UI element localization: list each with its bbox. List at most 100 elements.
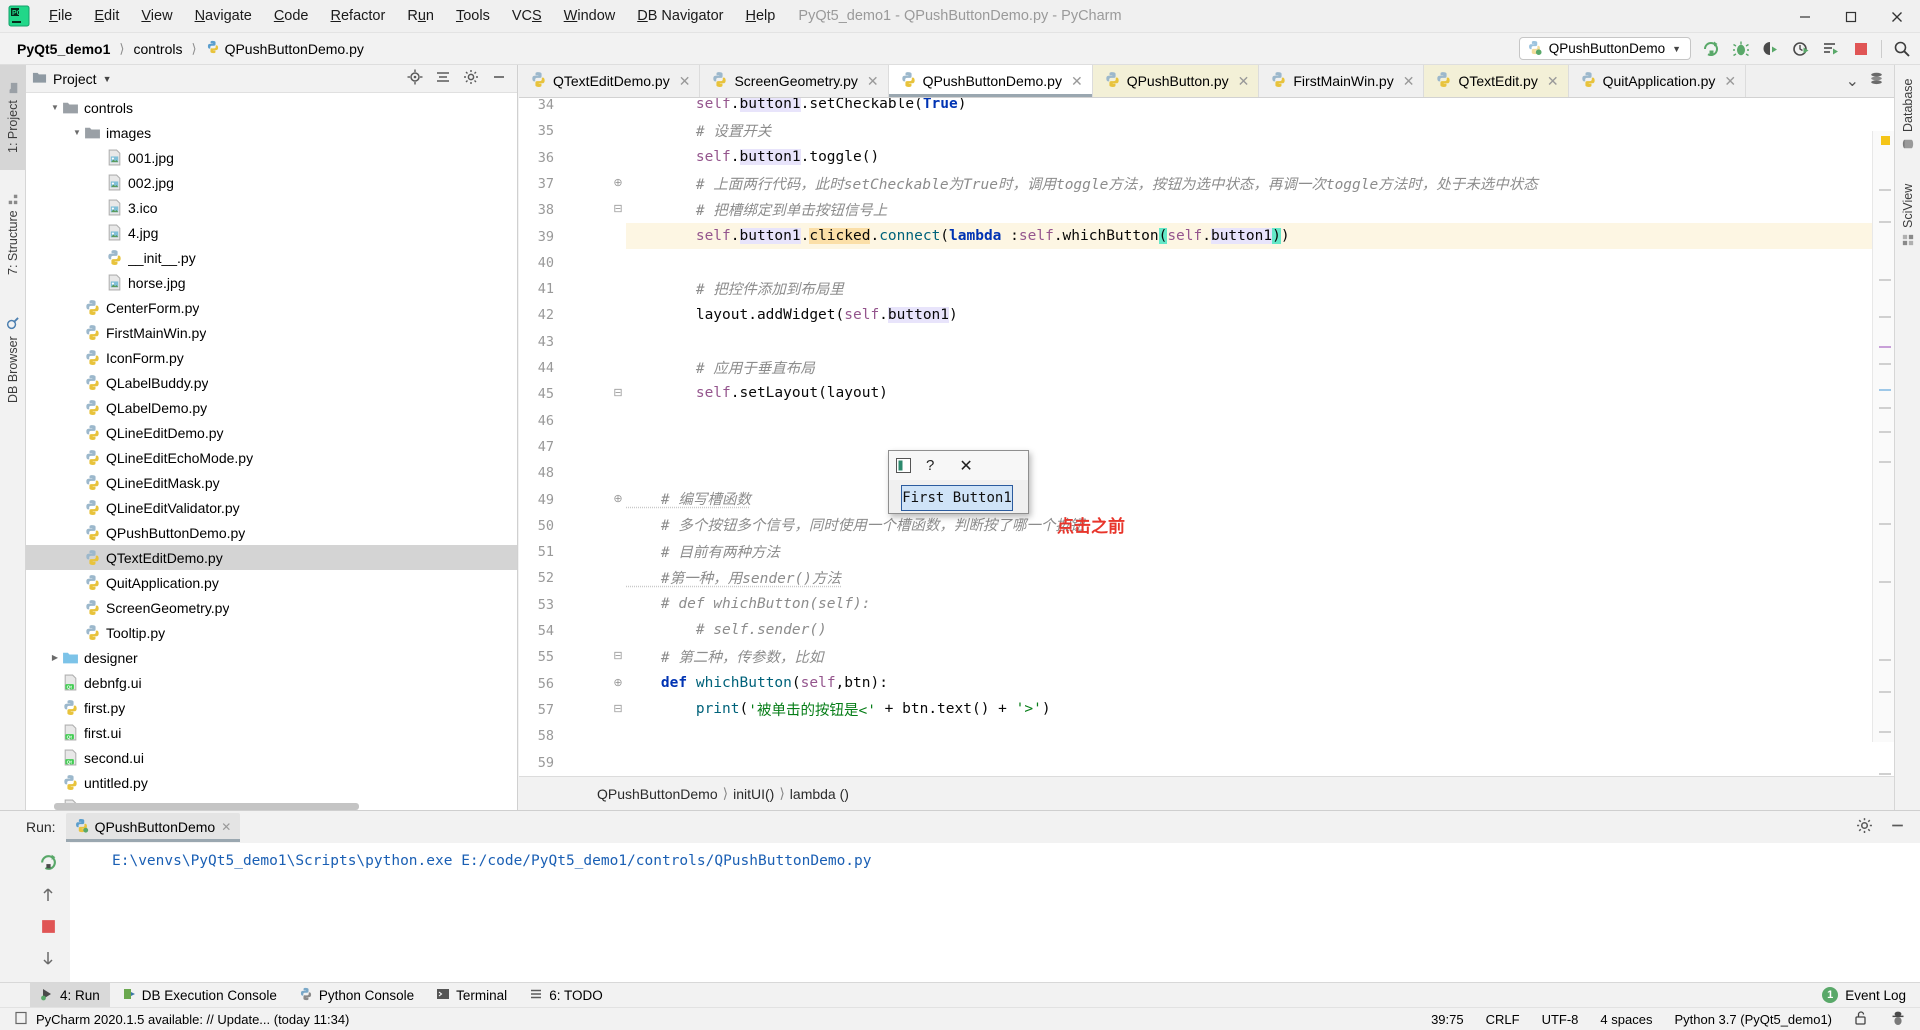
code-line[interactable]: # def whichButton(self): xyxy=(626,591,1894,617)
fold-marker[interactable]: ⊕ xyxy=(612,492,624,505)
tree-item[interactable]: 4.jpg xyxy=(26,220,517,245)
tree-item[interactable]: horse.jpg xyxy=(26,270,517,295)
tree-twisty[interactable]: ▼ xyxy=(48,101,62,115)
sidebar-tab-database[interactable]: Database xyxy=(1895,67,1920,162)
tree-item[interactable]: QLabelBuddy.py xyxy=(26,370,517,395)
maximize-button[interactable] xyxy=(1828,0,1874,33)
code-editor[interactable]: 34 35 36 37 ⊕ 38 ⊟ 39 40 41 42 43 44 45 ⊟ 46 47 48 49 ⊕ 50 51… xyxy=(519,98,1894,776)
tree-item[interactable]: QLineEditValidator.py xyxy=(26,495,517,520)
settings-gear-icon[interactable] xyxy=(463,69,479,88)
tree-item[interactable]: 002.jpg xyxy=(26,170,517,195)
bottom-tab-python-console[interactable]: Python Console xyxy=(289,983,424,1008)
tree-item[interactable]: ScreenGeometry.py xyxy=(26,595,517,620)
rerun-icon[interactable] xyxy=(39,853,58,875)
tree-twisty[interactable] xyxy=(48,676,62,690)
tree-item[interactable]: QLineEditDemo.py xyxy=(26,420,517,445)
fold-marker[interactable]: ⊟ xyxy=(612,702,624,715)
tree-twisty[interactable] xyxy=(70,601,84,615)
code-line[interactable]: # 把槽绑定到单击按钮信号上 xyxy=(626,196,1894,222)
qt-dialog-help-button[interactable]: ? xyxy=(926,457,934,474)
qt-application-dialog[interactable]: ? ✕ First Button1 xyxy=(888,450,1029,514)
line-separator[interactable]: CRLF xyxy=(1486,1012,1520,1027)
menu-item-code[interactable]: Code xyxy=(263,5,320,27)
qt-dialog-close-button[interactable]: ✕ xyxy=(959,456,972,476)
fold-marker[interactable]: ⊟ xyxy=(612,202,624,215)
code-line[interactable] xyxy=(626,433,1894,459)
tabs-overflow-icon[interactable]: ⌄ xyxy=(1846,71,1859,91)
code-line[interactable]: # 编写槽函数 xyxy=(626,486,1894,512)
tree-twisty[interactable] xyxy=(48,701,62,715)
tree-item[interactable]: CenterForm.py xyxy=(26,295,517,320)
tree-twisty[interactable] xyxy=(70,526,84,540)
editor-scroll-map[interactable] xyxy=(1872,131,1894,775)
tree-twisty[interactable]: ▼ xyxy=(70,126,84,140)
code-content[interactable]: self. button1 .setCheckable(True) # 设置开关 s… xyxy=(626,98,1894,776)
tree-item[interactable]: QLineEditEchoMode.py xyxy=(26,445,517,470)
close-icon[interactable]: ✕ xyxy=(1071,73,1083,90)
tree-twisty[interactable] xyxy=(92,201,106,215)
tree-item[interactable]: QPushButtonDemo.py xyxy=(26,520,517,545)
tree-item[interactable]: QLabelDemo.py xyxy=(26,395,517,420)
coverage-icon[interactable] xyxy=(1761,39,1781,59)
breadcrumb-folder[interactable]: controls xyxy=(128,39,187,59)
code-line[interactable] xyxy=(626,722,1894,748)
hide-panel-icon[interactable] xyxy=(1889,817,1906,837)
stop-icon[interactable] xyxy=(1851,39,1871,59)
tree-item[interactable]: Tooltip.py xyxy=(26,620,517,645)
fold-marker[interactable]: ⊕ xyxy=(612,676,624,689)
code-line[interactable]: # self.sender() xyxy=(626,617,1894,643)
hector-icon[interactable] xyxy=(1890,1010,1906,1029)
menu-item-window[interactable]: Window xyxy=(553,5,627,27)
tree-item[interactable]: untitled.py xyxy=(26,770,517,795)
bottom-tab-run[interactable]: 4: Run xyxy=(30,982,110,1008)
breadcrumb-file[interactable]: QPushButtonDemo.py xyxy=(201,38,369,59)
editor-tab[interactable]: QTextEdit.py ✕ xyxy=(1424,65,1569,97)
tree-item[interactable]: ▶ designer xyxy=(26,645,517,670)
code-line[interactable]: self. button1. clicked. connect(lambda : sel… xyxy=(626,222,1894,249)
tree-item[interactable]: ▼ controls xyxy=(26,95,517,120)
file-encoding[interactable]: UTF-8 xyxy=(1542,1012,1579,1027)
tree-item[interactable]: __init__.py xyxy=(26,245,517,270)
code-line[interactable]: self. button1 .toggle() xyxy=(626,144,1894,170)
sidebar-tab-sciview[interactable]: SciView xyxy=(1895,170,1920,260)
code-line[interactable]: # 目前有两种方法 xyxy=(626,538,1894,564)
indent-setting[interactable]: 4 spaces xyxy=(1600,1012,1652,1027)
code-line[interactable]: # 上面两行代码，此时setCheckable为True时，调用toggle方法… xyxy=(626,170,1894,196)
tree-item[interactable]: Qt debnfg.ui xyxy=(26,670,517,695)
tree-twisty[interactable] xyxy=(92,251,106,265)
tree-item[interactable]: ▼ images xyxy=(26,120,517,145)
code-line[interactable] xyxy=(626,328,1894,354)
editor-tab[interactable]: FirstMainWin.py ✕ xyxy=(1259,65,1425,97)
sidebar-tab-structure[interactable]: 7: Structure xyxy=(0,175,26,293)
tree-item[interactable]: 3.ico xyxy=(26,195,517,220)
sidebar-tab-db-browser[interactable]: DB Browser xyxy=(0,300,26,420)
code-line[interactable]: #第一种，用sender()方法 xyxy=(626,564,1894,590)
tree-item[interactable]: FirstMainWin.py xyxy=(26,320,517,345)
close-button[interactable] xyxy=(1874,0,1920,33)
bottom-tool-tabs[interactable]: 4: Run DB Execution Console Python Conso… xyxy=(0,982,1920,1008)
run-with-console-icon[interactable] xyxy=(1821,39,1841,59)
down-arrow-icon[interactable] xyxy=(40,950,56,969)
up-arrow-icon[interactable] xyxy=(40,887,56,906)
editor-breadcrumb-method[interactable]: initUI() xyxy=(733,786,774,802)
menu-item-run[interactable]: Run xyxy=(396,5,445,27)
tree-twisty[interactable] xyxy=(70,301,84,315)
code-line[interactable] xyxy=(626,407,1894,433)
editor-tab[interactable]: QPushButton.py ✕ xyxy=(1092,65,1260,97)
tree-item[interactable]: QLineEditMask.py xyxy=(26,470,517,495)
warning-marker[interactable] xyxy=(1881,136,1890,145)
code-line[interactable]: # 应用于垂直布局 xyxy=(626,354,1894,380)
tree-twisty[interactable] xyxy=(70,551,84,565)
tree-twisty[interactable] xyxy=(48,776,62,790)
profile-icon[interactable] xyxy=(1791,39,1811,59)
code-line[interactable]: # 第二种，传参数，比如 xyxy=(626,643,1894,669)
code-line[interactable]: # 多个按钮多个信号，同时使用一个槽函数，判断按了哪一个按钮 xyxy=(626,512,1894,538)
bottom-tab-db-execution-console[interactable]: DB Execution Console xyxy=(112,983,287,1008)
tree-twisty[interactable] xyxy=(70,351,84,365)
tree-item[interactable]: IconForm.py xyxy=(26,345,517,370)
breadcrumb-project[interactable]: PyQt5_demo1 xyxy=(12,39,115,59)
tree-twisty[interactable] xyxy=(70,401,84,415)
close-icon[interactable]: ✕ xyxy=(679,73,691,90)
menu-item-edit[interactable]: Edit xyxy=(83,5,130,27)
minimize-button[interactable] xyxy=(1782,0,1828,33)
